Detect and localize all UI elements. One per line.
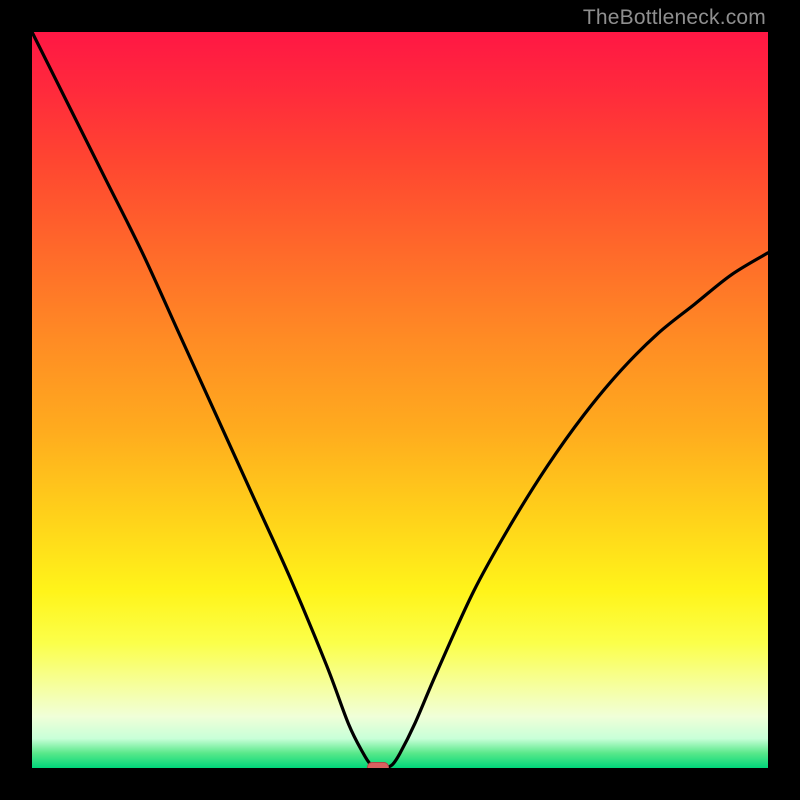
watermark-text: TheBottleneck.com [583, 6, 766, 30]
optimum-marker [367, 762, 389, 768]
plot-area [32, 32, 768, 768]
bottleneck-curve [32, 32, 768, 768]
chart-frame: TheBottleneck.com [0, 0, 800, 800]
